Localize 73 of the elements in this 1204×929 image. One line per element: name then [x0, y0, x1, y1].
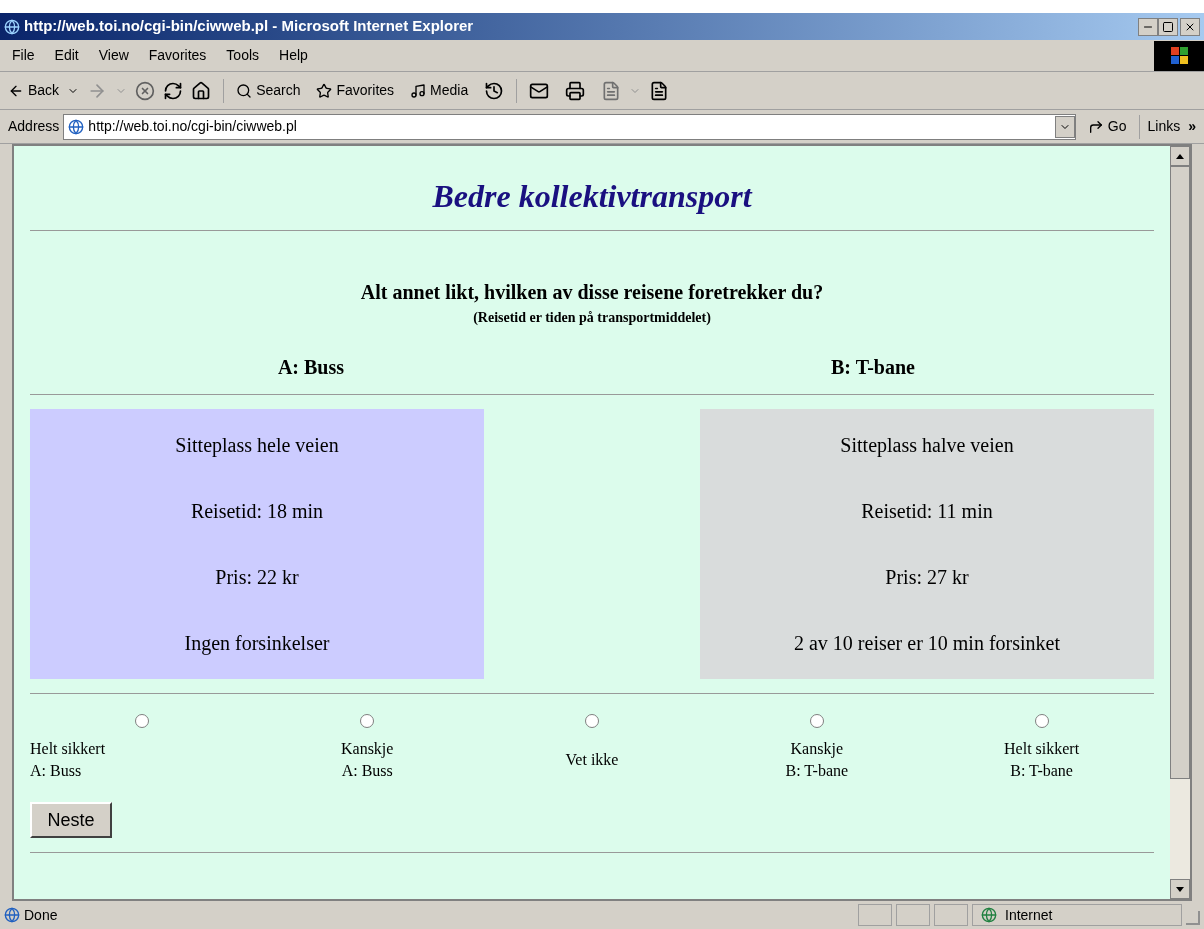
choice-label: Vet ikke [565, 750, 619, 770]
attribute-text: Sitteplass halve veien [840, 433, 1014, 459]
next-button[interactable]: Neste [30, 802, 112, 838]
attribute-text: Pris: 27 kr [885, 565, 969, 590]
favorites-button[interactable]: Favorites [316, 80, 395, 101]
radio-button[interactable] [585, 714, 599, 728]
choice-label: A: Buss [30, 761, 82, 781]
attribute-text: Pris: 22 kr [215, 565, 299, 590]
close-button[interactable] [1180, 17, 1200, 36]
choice-label: Kanskje [790, 739, 843, 760]
up-triangle-icon [1176, 153, 1184, 159]
menu-item[interactable]: Edit [54, 45, 79, 66]
print-icon[interactable] [565, 80, 586, 101]
search-icon [236, 82, 253, 99]
attribute-text: Reisetid: 18 min [190, 499, 324, 524]
status-pane [858, 904, 892, 926]
refresh-icon[interactable] [163, 80, 184, 101]
radio-button[interactable] [360, 714, 375, 728]
choice-label: Helt sikkert [30, 739, 106, 759]
menu-item[interactable]: File [12, 45, 35, 66]
go-button[interactable]: Go [1075, 116, 1139, 137]
media-button[interactable]: Media [410, 80, 469, 101]
note-text: (Reisetid er tiden på transportmiddelet) [472, 309, 712, 327]
go-arrow-icon [1087, 118, 1104, 135]
music-note-icon [410, 82, 427, 99]
more-links[interactable]: » [1188, 116, 1200, 137]
scrollbar[interactable] [1170, 146, 1190, 899]
attribute-text: Sitteplass hele veien [175, 433, 339, 459]
maximize-button[interactable] [1158, 17, 1178, 36]
choice-label: A: Buss [341, 761, 393, 781]
menu-item[interactable]: Favorites [148, 45, 207, 66]
scroll-thumb[interactable] [1170, 166, 1190, 779]
choice-label: Helt sikkert [1004, 739, 1080, 759]
option-label: A: Buss [276, 355, 346, 380]
page-heading: Bedre kollektivtransport [431, 177, 754, 216]
choice-label: B: T-bane [1010, 761, 1073, 781]
search-button[interactable]: Search [236, 80, 301, 101]
dropdown-button[interactable] [1054, 115, 1075, 138]
history-icon[interactable] [484, 80, 505, 101]
scroll-down-button[interactable] [1170, 879, 1190, 899]
globe-icon [68, 118, 85, 135]
status-pane [934, 904, 968, 926]
option-label: B: T-bane [830, 355, 916, 380]
menu-item[interactable]: Tools [226, 45, 260, 66]
address-label: Address [7, 117, 61, 136]
scroll-up-button[interactable] [1170, 146, 1190, 166]
menu-item[interactable]: View [98, 45, 129, 66]
globe-icon [981, 907, 997, 923]
resize-grip [1186, 911, 1200, 925]
maximize-icon [1162, 20, 1174, 33]
status-pane [896, 904, 930, 926]
attribute-text: 2 av 10 reiser er 10 min forsinket [793, 631, 1060, 656]
window-title: http://web.toi.no/cgi-bin/ciwweb.pl - Microsoft Internet Explorer [24, 16, 474, 37]
status-text: Done [24, 905, 59, 925]
links-label[interactable]: Links [1139, 116, 1189, 137]
zone-text: Internet [1005, 905, 1053, 925]
menu-item[interactable]: Help [279, 45, 308, 66]
windows-logo-icon [1154, 40, 1204, 71]
home-icon[interactable] [191, 80, 212, 101]
choice-label: B: T-bane [785, 761, 849, 781]
question-text: Alt annet likt, hvilken av disse reisene foretrekker du? [359, 280, 825, 305]
radio-button[interactable] [1034, 714, 1049, 728]
attribute-text: Reisetid: 11 min [861, 499, 993, 524]
radio-button[interactable] [135, 714, 150, 728]
radio-button[interactable] [809, 714, 824, 728]
attribute-text: Ingen forsinkelser [184, 631, 330, 657]
choice-label: Kanskje [340, 739, 394, 760]
star-icon [316, 82, 333, 99]
stop-icon[interactable] [135, 80, 156, 101]
address-field[interactable]: http://web.toi.no/cgi-bin/ciwweb.pl [63, 113, 1076, 140]
minimize-button[interactable] [1138, 17, 1158, 36]
back-button[interactable]: Back [8, 80, 60, 101]
down-triangle-icon [1176, 886, 1184, 892]
